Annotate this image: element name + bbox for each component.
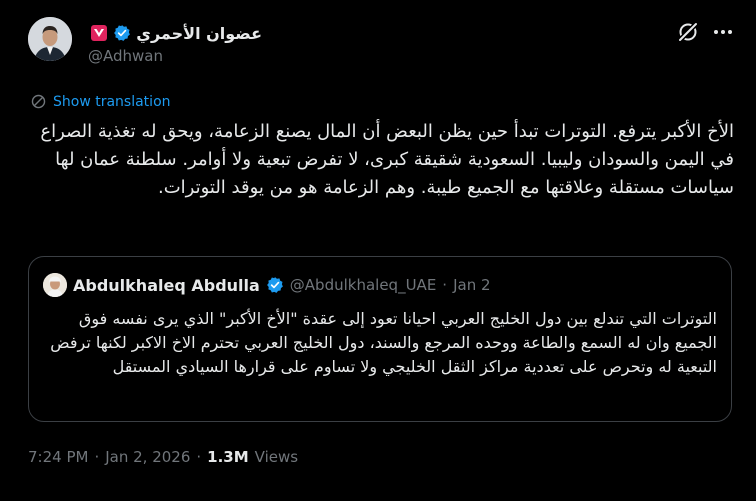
dot: [721, 30, 725, 34]
quoted-tweet-text: التوترات التي تندلع بين دول الخليج العرب…: [50, 309, 717, 376]
quoted-tweet-card[interactable]: Abdulkhaleq Abdulla @Abdulkhaleq_UAE · J…: [28, 256, 732, 422]
quoted-author-name[interactable]: Abdulkhaleq Abdulla: [73, 276, 260, 295]
author-name-row: عضوان الأحمري: [90, 22, 262, 44]
show-translation-link[interactable]: Show translation: [30, 93, 171, 110]
tweet-date[interactable]: Jan 2, 2026: [105, 448, 190, 466]
views-count: 1.3M: [207, 448, 249, 466]
separator: ·: [442, 276, 448, 294]
dot: [714, 30, 718, 34]
tweet-text: الأخ الأكبر يترفع. التوترات تبدأ حين يظن…: [40, 121, 734, 198]
quoted-tweet-date[interactable]: Jan 2: [453, 276, 490, 294]
separator: ·: [94, 448, 100, 466]
verified-badge-icon: [266, 276, 284, 294]
tweet-time[interactable]: 7:24 PM: [28, 448, 88, 466]
quoted-author-avatar[interactable]: [43, 273, 67, 297]
author-handle[interactable]: @Adhwan: [88, 47, 163, 65]
quoted-author-handle[interactable]: @Abdulkhaleq_UAE: [290, 276, 437, 294]
author-avatar[interactable]: [28, 17, 72, 61]
translate-icon: [31, 94, 46, 109]
author-name[interactable]: عضوان الأحمري: [136, 24, 262, 43]
views-label: Views: [254, 448, 299, 466]
verified-badge-icon: [113, 24, 131, 42]
tweet-meta: 7:24 PM · Jan 2, 2026 · 1.3M Views: [28, 448, 298, 466]
separator: ·: [196, 448, 202, 466]
dot: [728, 30, 732, 34]
grok-icon[interactable]: [676, 20, 700, 44]
affiliate-badge-icon: [90, 24, 108, 42]
quoted-tweet-header: Abdulkhaleq Abdulla @Abdulkhaleq_UAE · J…: [43, 273, 491, 297]
more-options-icon[interactable]: [714, 26, 738, 38]
show-translation-label: Show translation: [53, 93, 171, 110]
